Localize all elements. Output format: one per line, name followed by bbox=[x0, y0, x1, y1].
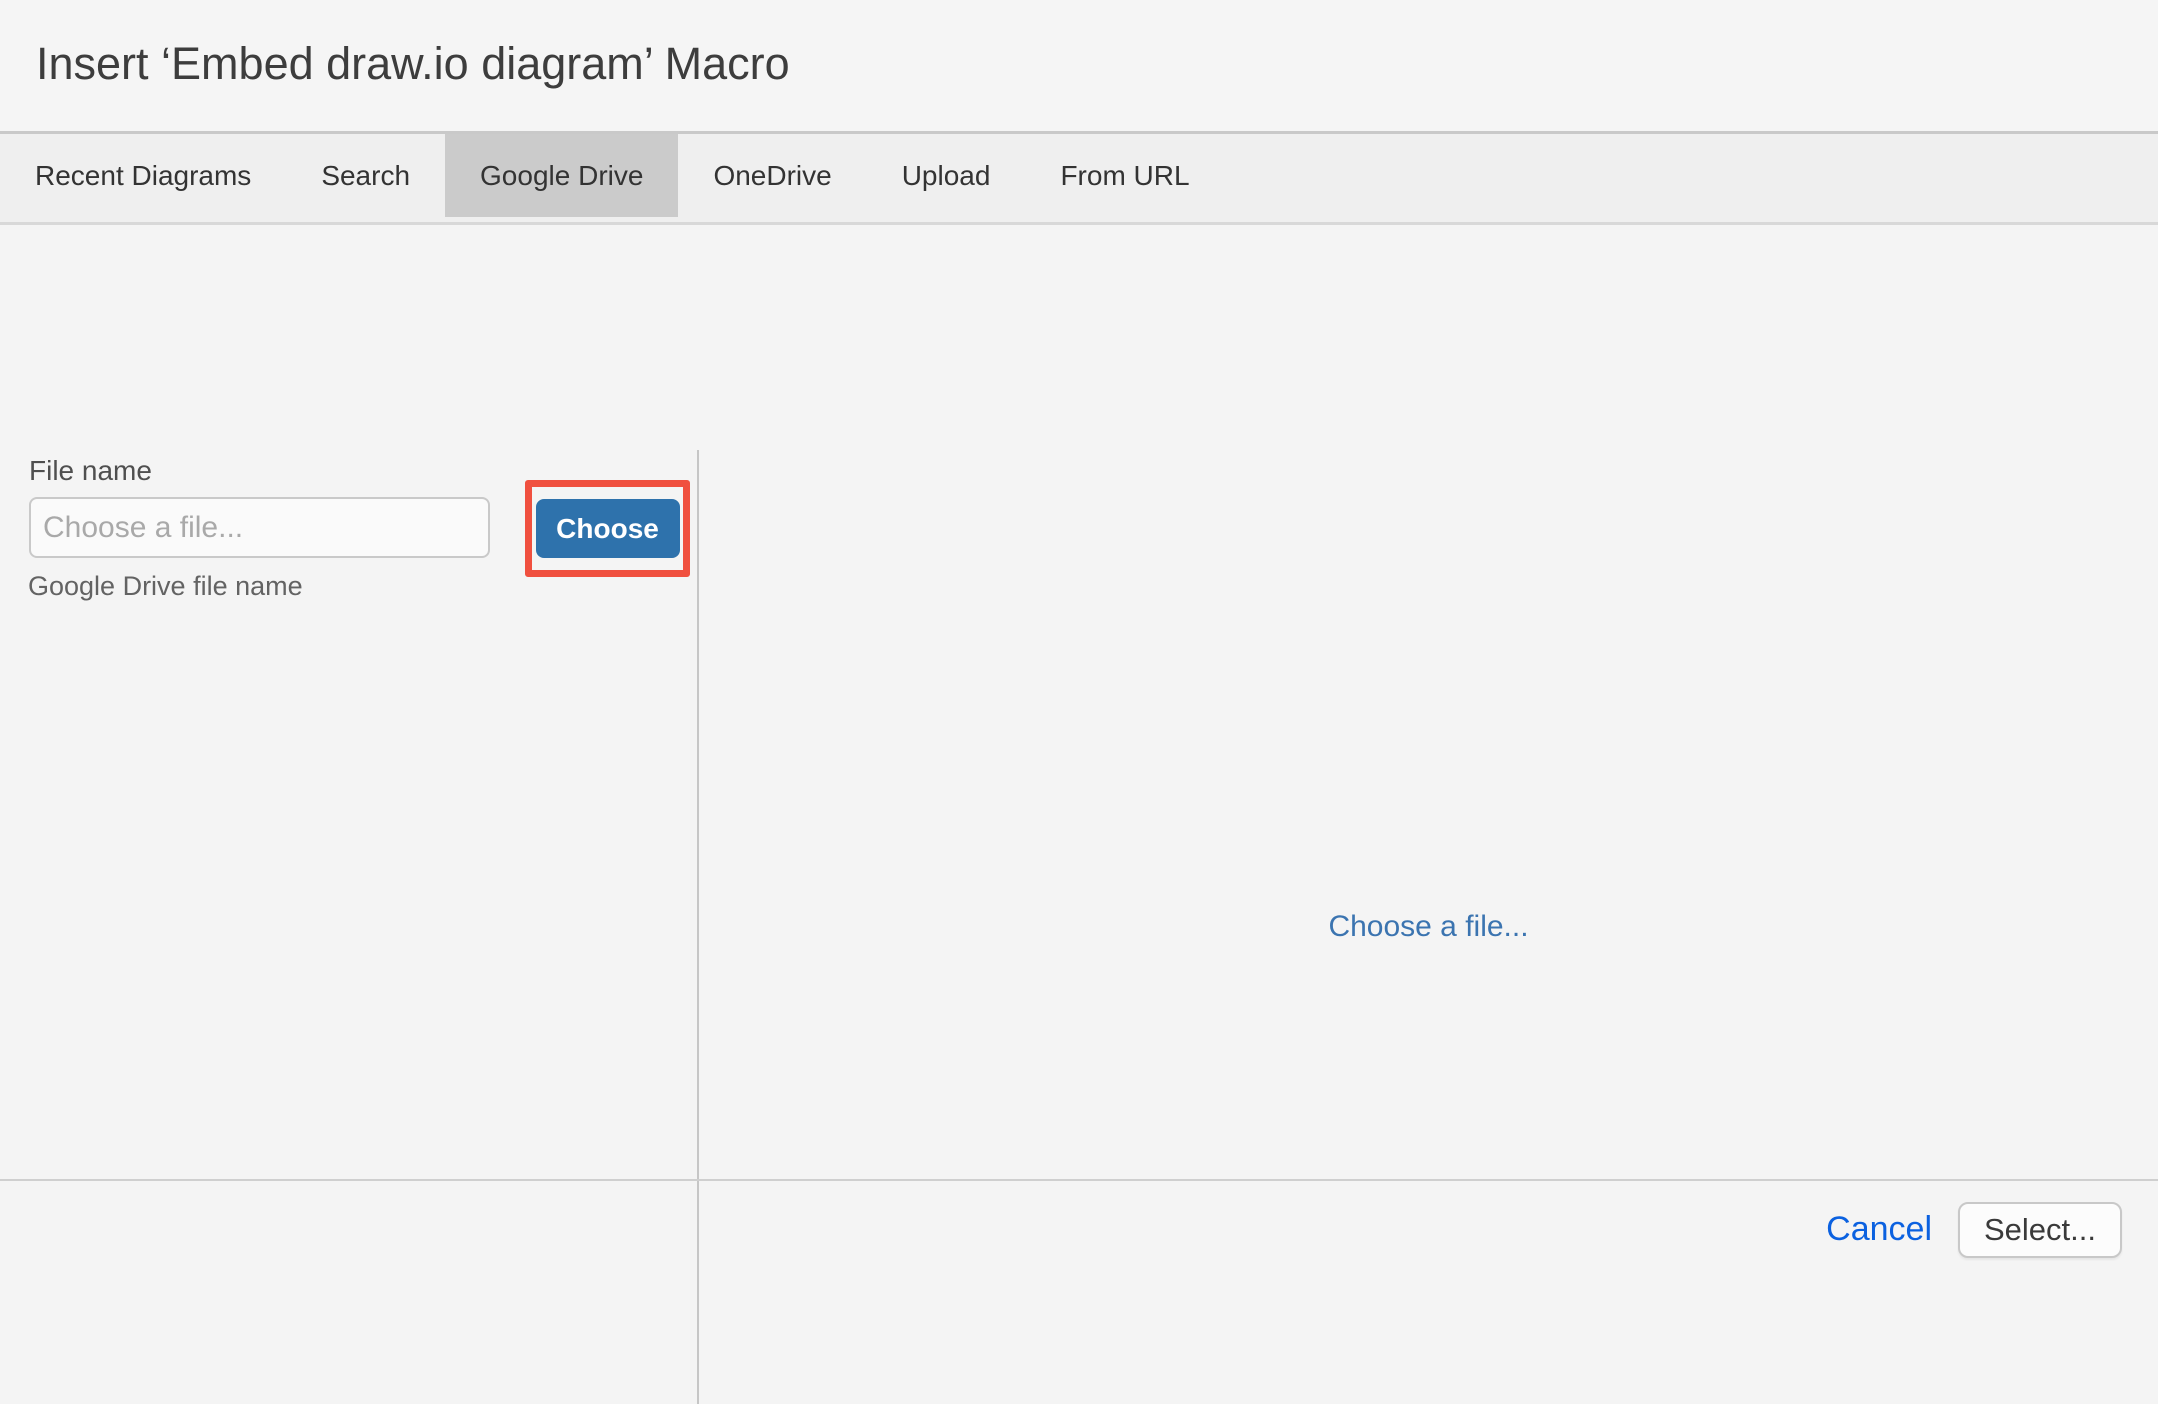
dialog-footer: Cancel Select... bbox=[0, 1181, 2158, 1278]
dialog-header: Insert ‘Embed draw.io diagram’ Macro bbox=[0, 0, 2158, 131]
tab-bar: Recent Diagrams Search Google Drive OneD… bbox=[0, 131, 2158, 225]
tab-search[interactable]: Search bbox=[286, 134, 445, 217]
dialog-content: File name Choose Google Drive file name … bbox=[0, 225, 2158, 1179]
tab-upload[interactable]: Upload bbox=[867, 134, 1026, 217]
highlight-box: Choose bbox=[525, 480, 690, 577]
cancel-button[interactable]: Cancel bbox=[1826, 1210, 1932, 1249]
google-drive-helper-text: Google Drive file name bbox=[28, 571, 303, 602]
tab-from-url[interactable]: From URL bbox=[1025, 134, 1224, 217]
choose-file-link[interactable]: Choose a file... bbox=[1328, 910, 1528, 944]
file-name-label: File name bbox=[29, 455, 152, 487]
select-button[interactable]: Select... bbox=[1958, 1202, 2122, 1258]
tab-recent-diagrams[interactable]: Recent Diagrams bbox=[0, 134, 286, 217]
tab-google-drive[interactable]: Google Drive bbox=[445, 134, 678, 217]
tab-onedrive[interactable]: OneDrive bbox=[678, 134, 866, 217]
dialog-title: Insert ‘Embed draw.io diagram’ Macro bbox=[36, 38, 790, 90]
file-name-input[interactable] bbox=[29, 497, 490, 558]
choose-button[interactable]: Choose bbox=[536, 499, 680, 558]
